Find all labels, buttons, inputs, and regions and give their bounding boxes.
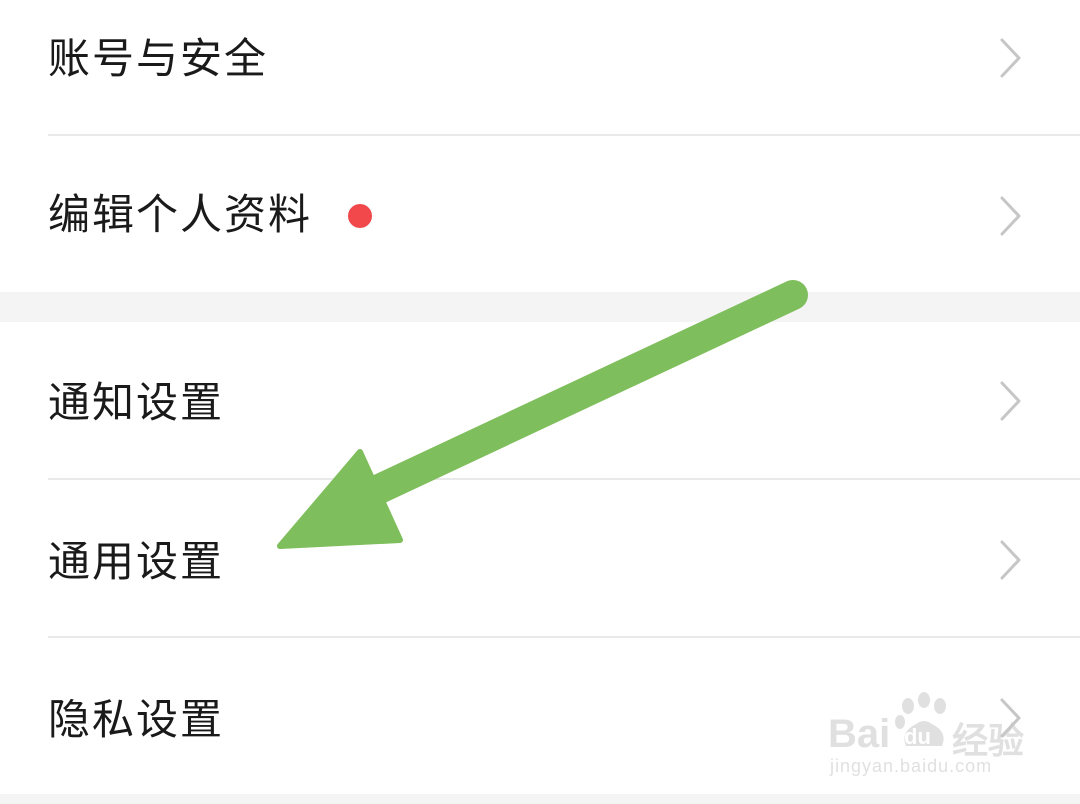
- notification-dot-badge: [348, 204, 372, 228]
- watermark-brand-latin: Bai: [828, 712, 891, 756]
- watermark-brand-latin2: du: [904, 724, 931, 749]
- chevron-right-icon: [1000, 38, 1021, 78]
- chevron-right-icon: [1000, 381, 1021, 421]
- settings-item-label: 账号与安全: [48, 34, 269, 83]
- settings-item-general[interactable]: 通用设置: [0, 480, 1080, 636]
- settings-item-label: 通用设置: [48, 537, 225, 586]
- settings-page: 账号与安全 编辑个人资料 通知设置 通用设置 隐私设置 Bai du 经验 ji…: [0, 0, 1080, 804]
- settings-item-label: 通知设置: [48, 378, 225, 427]
- settings-item-label: 编辑个人资料: [48, 190, 313, 239]
- settings-item-label: 隐私设置: [48, 695, 225, 744]
- settings-item-notification[interactable]: 通知设置: [0, 322, 1080, 479]
- watermark-url: jingyan.baidu.com: [830, 756, 993, 776]
- chevron-right-icon: [1000, 540, 1021, 580]
- section-separator: [0, 292, 1080, 322]
- baidu-watermark: Bai du 经验 jingyan.baidu.com: [828, 690, 1028, 790]
- section-separator: [0, 794, 1080, 804]
- chevron-right-icon: [1000, 196, 1021, 236]
- settings-item-edit-profile[interactable]: 编辑个人资料: [0, 136, 1080, 292]
- settings-item-account-security[interactable]: 账号与安全: [0, 0, 1080, 135]
